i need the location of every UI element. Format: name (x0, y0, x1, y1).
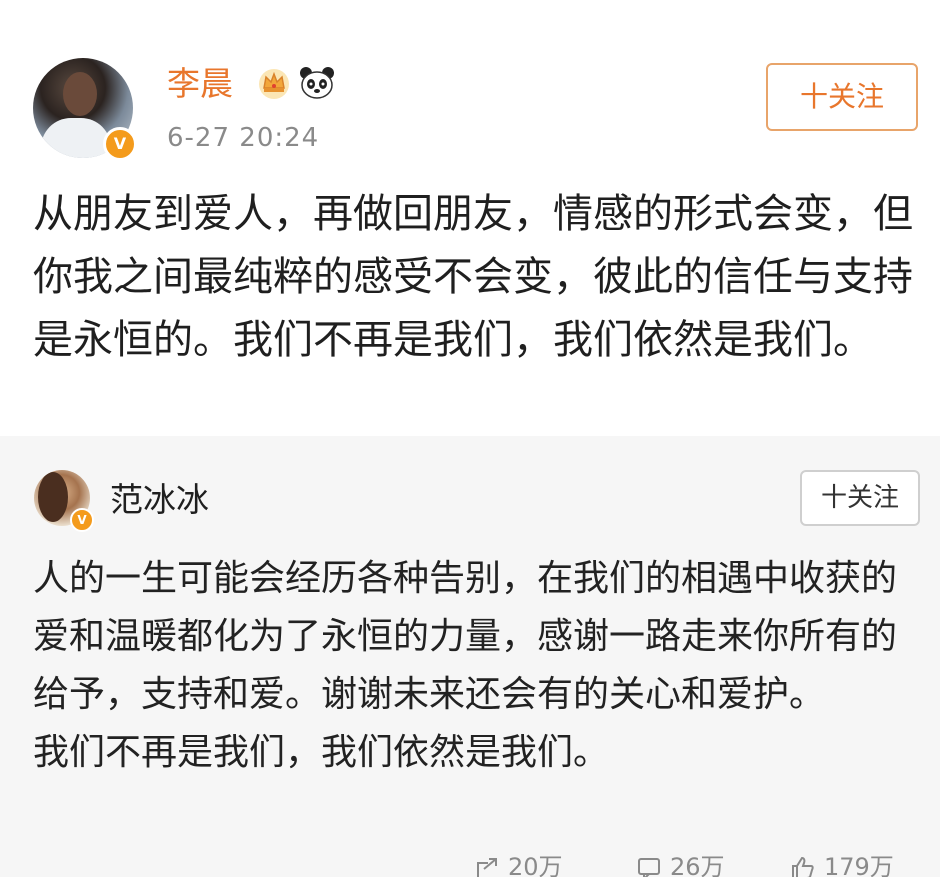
avatar-figure (38, 472, 68, 522)
author-name[interactable]: 李晨 (167, 62, 233, 106)
post-text: 从朋友到爱人，再做回朋友，情感的形式会变，但你我之间最纯粹的感受不会变，彼此的信… (33, 191, 913, 363)
verified-badge-icon: V (103, 127, 137, 161)
quoted-post-text: 人的一生可能会经历各种告别，在我们的相遇中收获的爱和温暖都化为了永恒的力量，感谢… (33, 550, 913, 782)
action-bar: 20万 26万 179万 (0, 852, 940, 877)
panda-icon (300, 67, 334, 99)
main-post: V 李晨 6-27 20:24 十关注 从朋友到爱人，再做回朋友，情感的形式会变… (0, 0, 940, 436)
share-count: 20万 (508, 853, 563, 877)
crown-icon (259, 69, 289, 99)
comment-icon (638, 858, 660, 877)
quoted-author-name[interactable]: 范冰冰 (110, 478, 209, 522)
quoted-follow-button[interactable]: 十关注 (800, 470, 920, 526)
quoted-post-paragraph-2: 我们不再是我们，我们依然是我们。 (33, 732, 610, 773)
thumbs-up-icon (792, 856, 814, 877)
quoted-post-paragraph-1: 人的一生可能会经历各种告别，在我们的相遇中收获的爱和温暖都化为了永恒的力量，感谢… (33, 558, 898, 715)
follow-button[interactable]: 十关注 (766, 63, 918, 131)
comment-count: 26万 (670, 853, 725, 877)
weibo-post-page: V 李晨 6-27 20:24 十关注 从朋友到爱人，再做回朋友，情感的形式会变… (0, 0, 940, 877)
avatar-face (63, 72, 97, 116)
share-icon (477, 858, 497, 877)
like-button[interactable]: 179万 (790, 852, 894, 877)
avatar-figure (41, 118, 111, 158)
verified-badge-icon: V (70, 508, 94, 532)
post-timestamp: 6-27 20:24 (167, 123, 320, 153)
like-count: 179万 (824, 853, 894, 877)
comment-button[interactable]: 26万 (636, 852, 725, 877)
share-button[interactable]: 20万 (474, 852, 563, 877)
